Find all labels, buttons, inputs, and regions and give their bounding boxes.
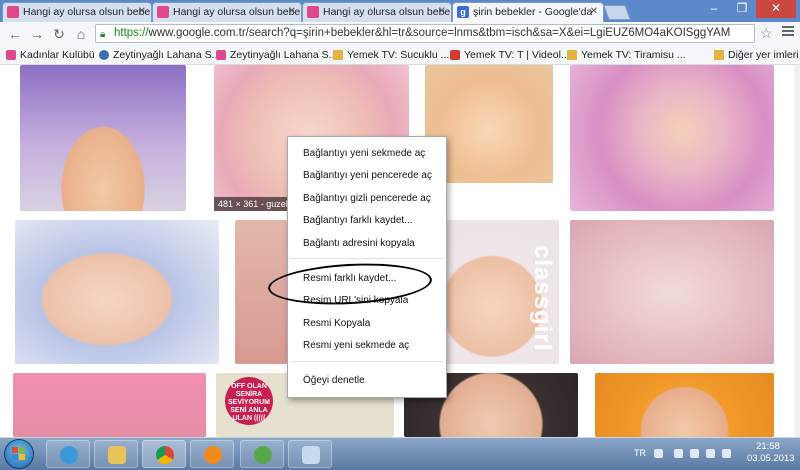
tab-strip: Hangi ay olursa olsun bebe ✕ Hangi ay ol…: [0, 0, 800, 22]
result-image-baby-orange[interactable]: [595, 373, 774, 437]
input-language[interactable]: TR: [634, 448, 646, 458]
close-tab-icon[interactable]: ✕: [438, 3, 446, 21]
image-watermark-text: classgirl: [529, 245, 556, 352]
url-text: www.google.com.tr/search?q=şirin+bebekle…: [148, 27, 731, 39]
youtube-icon: [450, 50, 460, 60]
bookmark-item[interactable]: Yemek TV: Tiramisu ...: [567, 48, 686, 62]
forward-arrow-icon[interactable]: →: [28, 25, 46, 43]
result-image-baby-flowers[interactable]: [570, 65, 774, 211]
new-tab-button[interactable]: [603, 5, 631, 20]
bookmark-item[interactable]: Zeytinyağlı Lahana S...: [99, 48, 220, 62]
browser-tab-2[interactable]: Hangi ay olursa olsun bebe ✕: [152, 2, 302, 22]
tab-title: Hangi ay olursa olsun bebe: [23, 6, 151, 18]
pink-favicon-icon: [157, 6, 169, 18]
bookmark-label: Diğer yer imleri: [728, 49, 799, 61]
bookmark-label: Kadınlar Kulübü: [20, 49, 95, 61]
bookmark-item[interactable]: Zeytinyağlı Lahana S...: [216, 48, 337, 62]
bookmark-item[interactable]: Yemek TV: Sucuklu ...: [333, 48, 449, 62]
page-icon: [567, 50, 577, 60]
bookmark-item[interactable]: Kadınlar Kulübü: [6, 48, 95, 62]
image-badge-text: OFF OLAN SENİRA SEVİYORUM SENİ ANLA ULAN…: [225, 377, 273, 425]
bookmark-star-icon[interactable]: ☆: [760, 25, 773, 42]
tab-title: şirin bebekler - Google'da: [473, 6, 593, 18]
menu-copy-link-address[interactable]: Bağlantı adresini kopyala: [288, 234, 446, 254]
bookmark-label: Zeytinyağlı Lahana S...: [113, 49, 221, 61]
menu-inspect-element[interactable]: Öğeyi denetle: [288, 371, 446, 391]
menu-open-link-new-tab[interactable]: Bağlantıyı yeni sekmede aç: [288, 144, 446, 164]
network-icon[interactable]: [706, 449, 715, 458]
bookmark-label: Yemek TV: Tiramisu ...: [581, 49, 686, 61]
pink-favicon-icon: [307, 6, 319, 18]
taskbar-ie[interactable]: [46, 440, 90, 468]
clock-date: 03.05.2013: [747, 453, 795, 464]
result-image-babies-basket[interactable]: [570, 220, 774, 364]
volume-icon[interactable]: [722, 449, 731, 458]
result-image-baby-purple-hat[interactable]: [20, 65, 186, 211]
result-image-baby-pink[interactable]: [13, 373, 206, 437]
browser-tab-4-active[interactable]: g şirin bebekler - Google'da ✕: [452, 2, 604, 22]
home-icon[interactable]: ⌂: [72, 25, 90, 43]
tray-arrow-icon[interactable]: [654, 449, 663, 458]
reload-icon[interactable]: ↻: [50, 25, 68, 43]
menu-open-image-new-tab[interactable]: Resmi yeni sekmede aç: [288, 336, 446, 356]
bookmark-item[interactable]: Yemek TV: T | Videol...: [450, 48, 570, 62]
chrome-icon: [156, 446, 174, 464]
folder-icon: [108, 446, 126, 464]
other-bookmarks-folder[interactable]: Diğer yer imleri: [714, 48, 799, 62]
pink-favicon-icon: [7, 6, 19, 18]
bookmark-label: Yemek TV: T | Videol...: [464, 49, 570, 61]
taskbar-explorer[interactable]: [94, 440, 138, 468]
messenger-icon: [254, 446, 272, 464]
minimize-icon[interactable]: –: [700, 0, 728, 18]
wordpress-icon: [99, 50, 109, 60]
taskbar-chrome[interactable]: [142, 440, 186, 468]
media-player-icon: [204, 446, 222, 464]
page-scrollbar[interactable]: [794, 65, 800, 437]
close-tab-icon[interactable]: ✕: [590, 3, 598, 21]
paint-icon: [302, 446, 320, 464]
menu-separator: [290, 258, 444, 259]
clock[interactable]: 21:58 03.05.2013: [747, 441, 795, 465]
taskbar-paint[interactable]: [288, 440, 332, 468]
tab-title: Hangi ay olursa olsun bebe: [323, 6, 451, 18]
pink-favicon-icon: [6, 50, 16, 60]
system-tray: TR 21:58 03.05.2013: [630, 438, 800, 470]
menu-open-link-incognito[interactable]: Bağlantıyı gizli pencerede aç: [288, 189, 446, 209]
internet-explorer-icon: [60, 446, 78, 464]
close-tab-icon[interactable]: ✕: [138, 3, 146, 21]
result-image-baby-blanket[interactable]: [15, 220, 219, 364]
tab-title: Hangi ay olursa olsun bebe: [173, 6, 301, 18]
tray-app-icon[interactable]: [690, 449, 699, 458]
close-window-icon[interactable]: ✕: [756, 0, 796, 18]
menu-separator: [290, 361, 444, 362]
page-icon: [333, 50, 343, 60]
google-favicon-icon: g: [457, 6, 469, 18]
clock-time: 21:58: [756, 441, 780, 452]
close-tab-icon[interactable]: ✕: [288, 3, 296, 21]
taskbar-media-player[interactable]: [190, 440, 234, 468]
lock-icon: 🔒︎: [100, 29, 106, 40]
address-bar[interactable]: 🔒︎ https://www.google.com.tr/search?q=şi…: [95, 24, 755, 43]
menu-copy-image[interactable]: Resmi Kopyala: [288, 314, 446, 334]
bookmark-label: Zeytinyağlı Lahana S...: [230, 49, 338, 61]
folder-icon: [714, 50, 724, 60]
taskbar-messenger[interactable]: [240, 440, 284, 468]
menu-save-link-as[interactable]: Bağlantıyı farklı kaydet...: [288, 211, 446, 231]
maximize-icon[interactable]: ❐: [728, 0, 756, 18]
chrome-menu-icon[interactable]: [782, 26, 794, 38]
start-button-icon[interactable]: [4, 439, 34, 469]
menu-open-link-new-window[interactable]: Bağlantıyı yeni pencerede aç: [288, 166, 446, 186]
windows-taskbar: TR 21:58 03.05.2013: [0, 437, 800, 470]
back-arrow-icon[interactable]: ←: [6, 25, 24, 43]
tray-app-icon[interactable]: [674, 449, 683, 458]
bookmarks-bar: Kadınlar Kulübü Zeytinyağlı Lahana S... …: [0, 46, 800, 65]
browser-toolbar: ← → ↻ ⌂ 🔒︎ https://www.google.com.tr/sea…: [0, 22, 800, 47]
bookmark-label: Yemek TV: Sucuklu ...: [347, 49, 450, 61]
browser-tab-1[interactable]: Hangi ay olursa olsun bebe ✕: [2, 2, 152, 22]
pink-favicon-icon: [216, 50, 226, 60]
browser-tab-3[interactable]: Hangi ay olursa olsun bebe ✕: [302, 2, 452, 22]
url-scheme: https://: [114, 27, 149, 39]
window-controls: – ❐ ✕: [700, 0, 796, 18]
